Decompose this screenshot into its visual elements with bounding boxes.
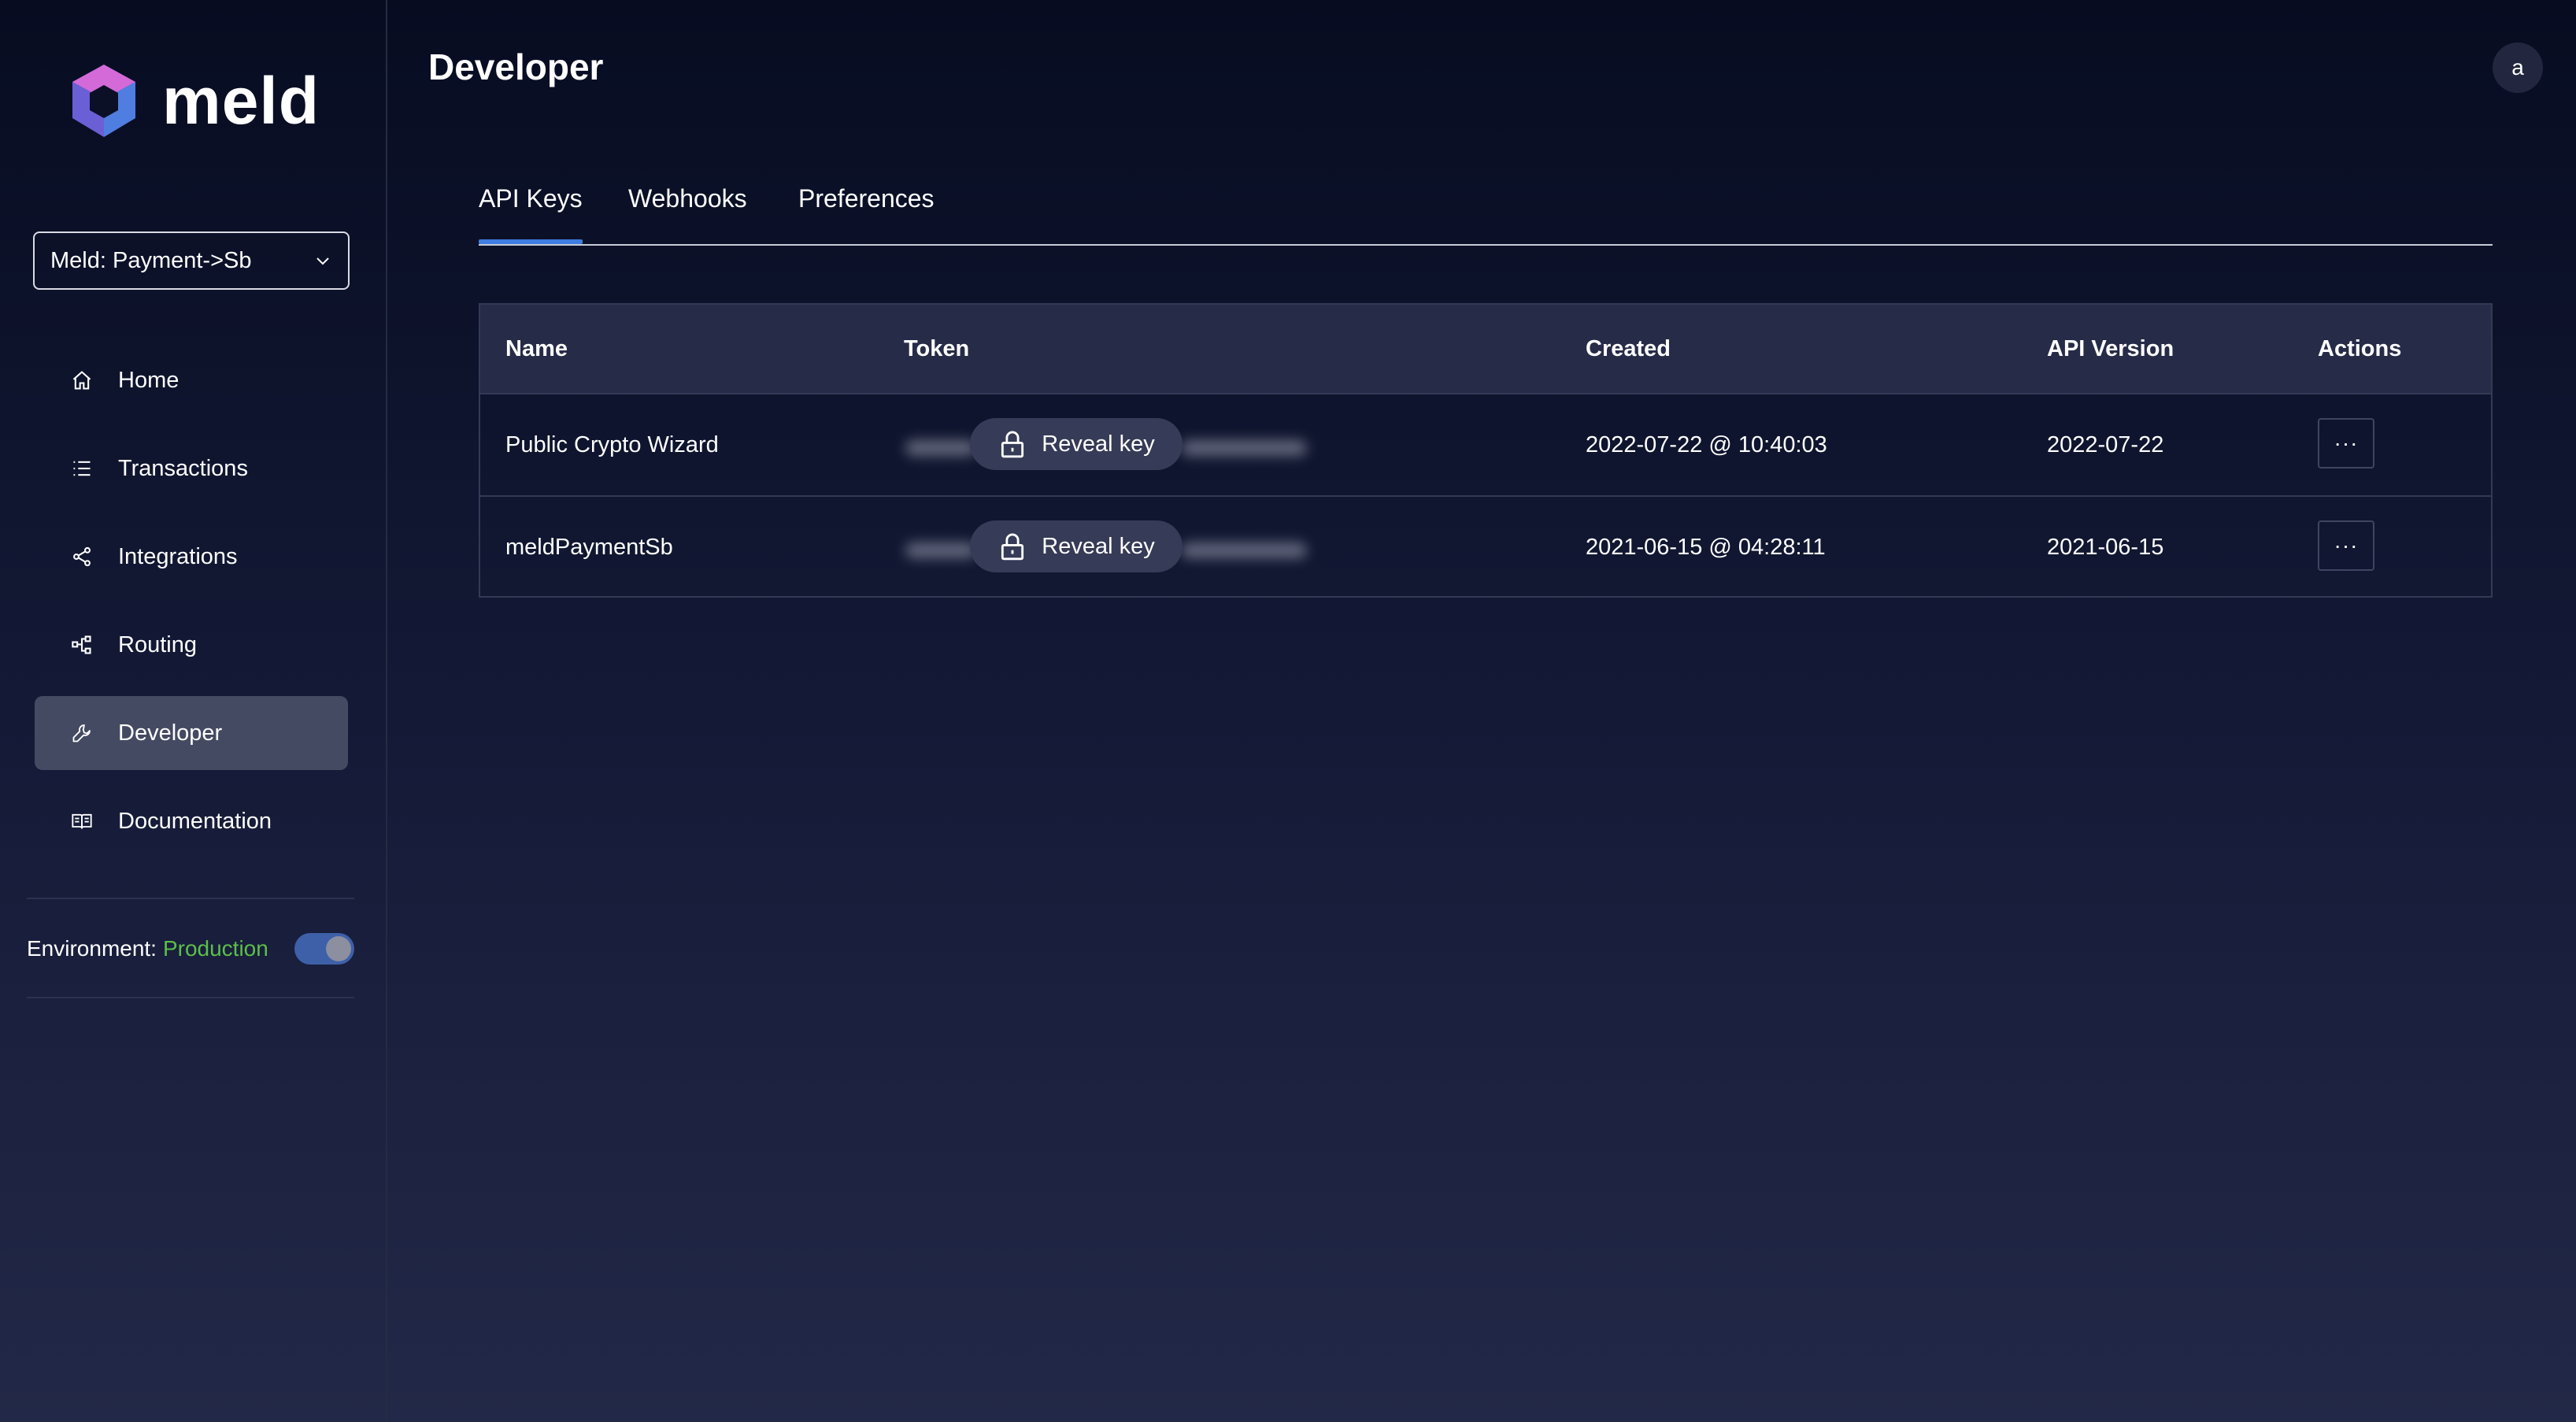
sidebar: meld Meld: Payment->Sb Home Transactions… [0,0,387,1422]
tab-webhooks[interactable]: Webhooks [628,184,747,243]
column-header-token: Token [904,336,970,361]
column-header-created: Created [1586,336,1671,361]
environment-label: Environment: [27,936,157,961]
share-icon [73,546,91,567]
sidebar-item-label: Routing [118,631,197,657]
sidebar-item-label: Integrations [118,543,238,569]
sidebar-item-documentation[interactable]: Documentation [35,784,348,858]
reveal-key-button[interactable]: Reveal key [970,418,1183,470]
column-header-api-version: API Version [2047,336,2174,361]
avatar[interactable]: a [2493,43,2543,93]
org-selector-value: Meld: Payment->Sb [50,247,252,273]
token-masked [1181,440,1307,456]
environment-switch: Environment: Production [27,929,354,968]
reveal-key-label: Reveal key [1042,533,1155,559]
token-masked [905,440,976,456]
chevron-down-icon [316,257,329,265]
sidebar-divider [27,898,354,899]
reveal-key-button[interactable]: Reveal key [970,520,1183,572]
token-cell: Reveal key [905,394,1315,497]
sidebar-item-developer[interactable]: Developer [35,696,348,770]
brand-name: meld [162,64,320,138]
lock-icon [1001,431,1024,458]
tab-bar: API Keys Webhooks Preferences [479,178,2493,246]
org-selector[interactable]: Meld: Payment->Sb [33,231,350,290]
sidebar-item-label: Home [118,367,180,393]
meld-logo-icon [72,65,135,137]
table-header: Name Token Created API Version Actions [480,305,2491,393]
api-version: 2021-06-15 [2047,535,2164,560]
api-keys-table: Name Token Created API Version Actions P… [479,303,2493,598]
home-icon [72,371,91,390]
sidebar-item-label: Transactions [118,455,248,481]
environment-toggle[interactable] [294,933,354,965]
page-title: Developer [428,46,604,87]
api-version: 2022-07-22 [2047,432,2164,457]
sidebar-item-routing[interactable]: Routing [35,608,348,682]
meld-logo[interactable]: meld [66,61,320,140]
table-row: meldPaymentSb Reveal key 2021-06-15 @ 04… [480,495,2491,599]
sidebar-item-label: Documentation [118,808,272,834]
book-icon [72,813,92,829]
created-date: 2021-06-15 @ 04:28:11 [1586,535,1826,560]
column-header-actions: Actions [2318,336,2402,361]
sidebar-item-transactions[interactable]: Transactions [35,431,348,505]
tab-api-keys[interactable]: API Keys [479,184,583,244]
token-masked [905,543,976,558]
row-actions-button[interactable]: ··· [2318,418,2374,468]
sidebar-item-home[interactable]: Home [35,343,348,417]
sidebar-item-integrations[interactable]: Integrations [35,520,348,594]
list-icon [73,461,91,476]
lock-icon [1001,533,1024,561]
tab-preferences[interactable]: Preferences [798,184,935,243]
sidebar-item-label: Developer [118,720,223,746]
key-name: Public Crypto Wizard [505,432,719,457]
toggle-knob [326,936,351,961]
reveal-key-label: Reveal key [1042,431,1155,457]
environment-value: Production [162,936,268,961]
row-actions-button[interactable]: ··· [2318,520,2374,571]
key-name: meldPaymentSb [505,535,673,560]
created-date: 2022-07-22 @ 10:40:03 [1586,432,1827,457]
wrench-icon [72,724,91,742]
routing-icon [72,635,91,654]
table-row: Public Crypto Wizard Reveal key 2022-07-… [480,393,2491,497]
sidebar-divider [27,997,354,998]
column-header-name: Name [505,336,568,361]
token-cell: Reveal key [905,497,1315,599]
token-masked [1181,543,1307,558]
